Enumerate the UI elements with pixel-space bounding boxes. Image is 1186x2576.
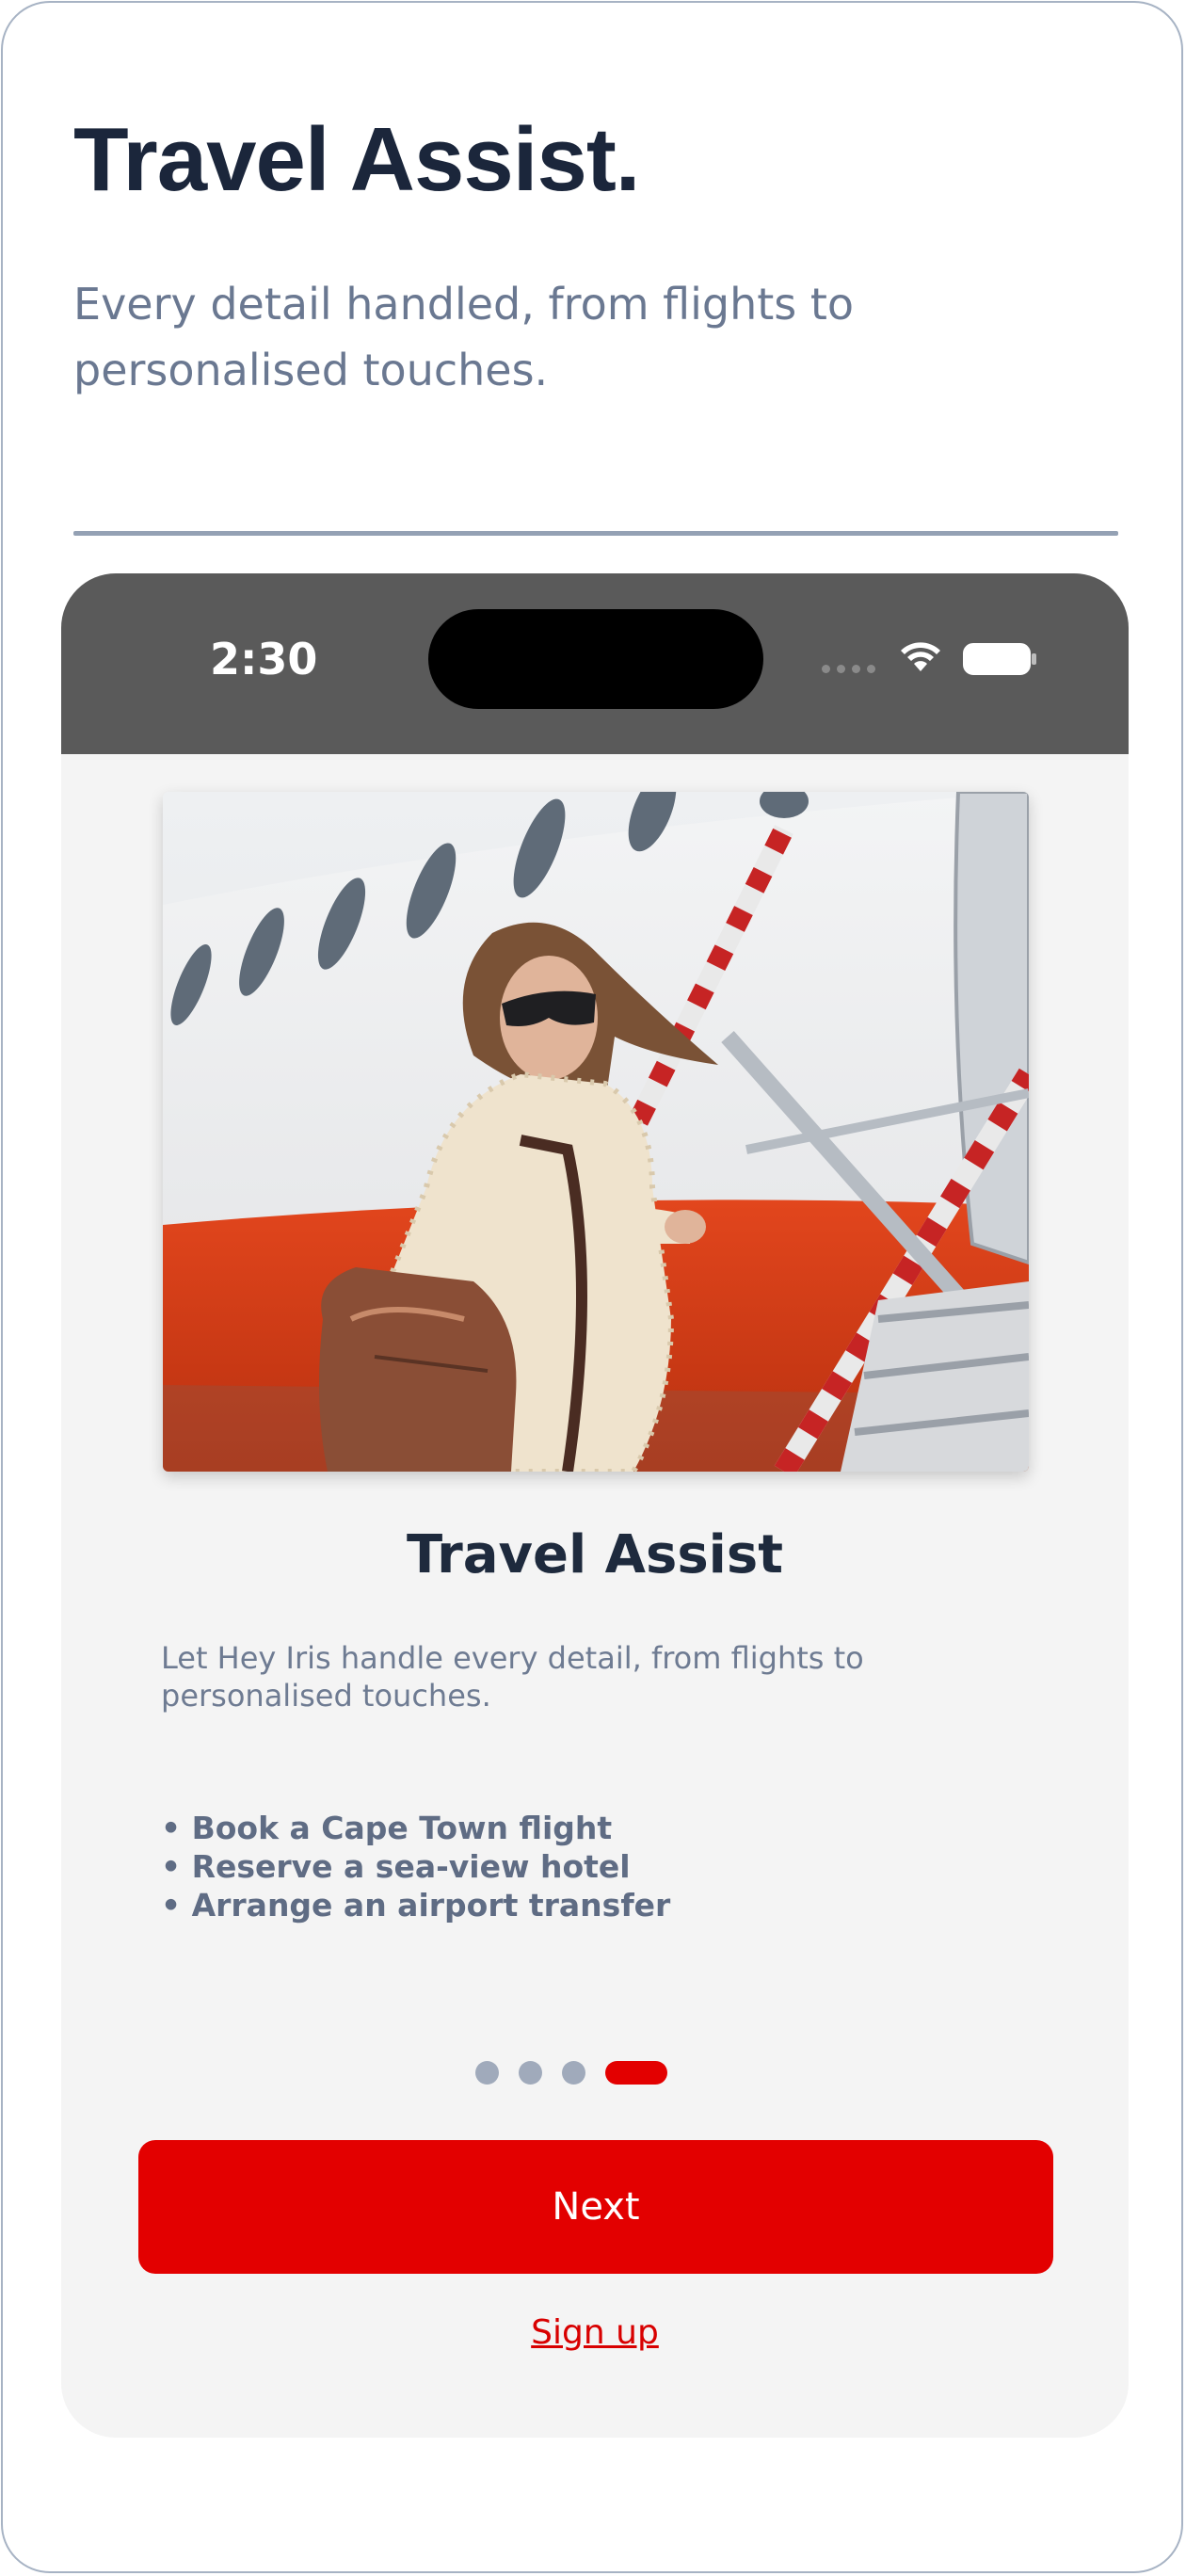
list-item: • Book a Cape Town flight xyxy=(161,1810,613,1846)
page-title: Travel Assist. xyxy=(73,109,640,210)
page-indicator xyxy=(475,2061,667,2085)
travel-photo xyxy=(163,792,1029,1472)
wifi-icon xyxy=(901,642,940,671)
page-dot-1[interactable] xyxy=(475,2061,499,2085)
sign-up-link[interactable]: Sign up xyxy=(61,2313,1129,2352)
dynamic-island xyxy=(428,609,763,709)
list-item: • Arrange an airport transfer xyxy=(161,1887,671,1924)
battery-icon xyxy=(963,643,1036,675)
card-description: Let Hey Iris handle every detail, from f… xyxy=(161,1640,864,1714)
page-dot-3[interactable] xyxy=(562,2061,585,2085)
page-dot-4-active[interactable] xyxy=(605,2061,667,2085)
card-title: Travel Assist xyxy=(407,1524,783,1586)
signal-icon xyxy=(822,665,875,673)
onboarding-card: Travel Assist. Every detail handled, fro… xyxy=(1,1,1183,2573)
page-subtitle: Every detail handled, from flights to pe… xyxy=(73,279,855,395)
phone-mockup: 2:30 Travel Assist Let Hey Iris handle e… xyxy=(61,573,1129,2438)
status-bar: 2:30 xyxy=(61,573,1129,754)
next-button[interactable]: Next xyxy=(138,2140,1053,2274)
status-time: 2:30 xyxy=(210,634,318,684)
page-dot-2[interactable] xyxy=(519,2061,542,2085)
divider xyxy=(73,531,1118,536)
example-list: • Book a Cape Town flight • Reserve a se… xyxy=(161,1809,670,1924)
list-item: • Reserve a sea-view hotel xyxy=(161,1848,631,1885)
